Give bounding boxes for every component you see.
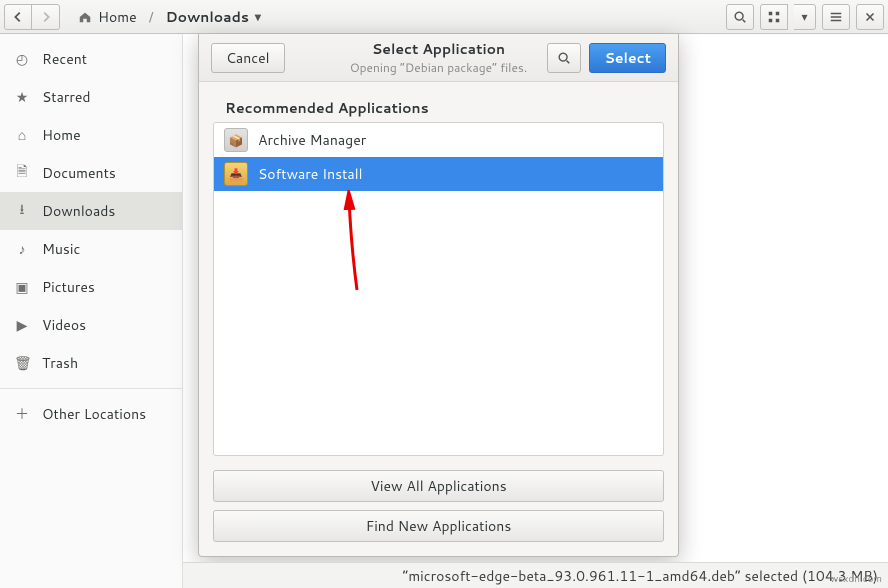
search-button[interactable] [726,4,754,30]
document-icon: 🗎 [14,161,30,185]
sidebar-item-other-locations[interactable]: ＋ Other Locations [0,395,182,433]
home-icon [78,10,92,24]
view-all-applications-button[interactable]: View All Applications [213,470,664,502]
chevron-down-icon: ▾ [255,8,261,25]
home-icon: ⌂ [14,125,30,145]
dialog-body: Recommended Applications 📦 Archive Manag… [199,82,678,470]
clock-icon: ◴ [14,49,30,69]
sidebar-item-home[interactable]: ⌂ Home [0,116,182,154]
app-row-software-install[interactable]: 📥 Software Install [214,157,663,191]
sidebar: ◴ Recent ★ Starred ⌂ Home 🗎 Documents ⭳ Downl… [0,34,183,588]
toolbar: Home / Downloads ▾ ▾ [0,0,888,34]
sidebar-item-videos[interactable]: ▶ Videos [0,306,182,344]
chevron-right-icon [39,10,53,24]
sidebar-item-label: Recent [42,49,87,69]
sidebar-item-starred[interactable]: ★ Starred [0,78,182,116]
cancel-button[interactable]: Cancel [211,43,285,73]
sidebar-item-label: Pictures [42,277,95,297]
application-list: 📦 Archive Manager 📥 Software Install [213,122,664,456]
picture-icon: ▣ [14,277,30,297]
grid-icon [767,10,781,24]
recommended-label: Recommended Applications [225,98,664,118]
archive-manager-icon: 📦 [224,128,248,152]
app-row-label: Archive Manager [258,130,366,150]
sidebar-item-documents[interactable]: 🗎 Documents [0,154,182,192]
watermark: wsxdn.com [830,572,882,586]
sidebar-item-label: Videos [42,315,86,335]
close-window-button[interactable] [856,4,884,30]
breadcrumb-separator: / [147,7,156,27]
sidebar-item-trash[interactable]: 🗑 Trash [0,344,182,382]
breadcrumb-current[interactable]: Downloads ▾ [156,4,271,30]
select-button[interactable]: Select [589,43,666,73]
app-row-archive-manager[interactable]: 📦 Archive Manager [214,123,663,157]
toolbar-right: ▾ [726,4,884,30]
music-icon: ♪ [14,239,30,259]
sidebar-item-recent[interactable]: ◴ Recent [0,40,182,78]
plus-icon: ＋ [14,404,30,424]
select-application-dialog: Cancel Select Application Opening “Debia… [198,34,679,557]
breadcrumb-home-label: Home [98,7,137,27]
breadcrumb-current-label: Downloads [166,7,249,27]
search-icon [733,10,747,24]
view-mode-dropdown[interactable]: ▾ [794,4,816,30]
sidebar-item-label: Other Locations [42,404,146,424]
find-new-applications-button[interactable]: Find New Applications [213,510,664,542]
chevron-left-icon [11,10,25,24]
sidebar-separator [0,388,182,389]
trash-icon: 🗑 [14,353,30,373]
sidebar-item-pictures[interactable]: ▣ Pictures [0,268,182,306]
chevron-down-icon: ▾ [801,8,807,25]
menu-icon [829,10,843,24]
sidebar-item-label: Music [42,239,80,259]
search-icon [557,51,571,65]
dialog-actions: View All Applications Find New Applicati… [199,470,678,556]
star-icon: ★ [14,87,30,107]
software-install-icon: 📥 [224,162,248,186]
sidebar-item-label: Trash [42,353,78,373]
status-text: “microsoft-edge-beta_93.0.961.11-1_amd64… [403,566,878,586]
sidebar-item-label: Downloads [42,201,115,221]
breadcrumb-home[interactable]: Home [68,4,147,30]
close-icon [863,10,877,24]
app-row-label: Software Install [258,164,362,184]
download-icon: ⭳ [14,199,30,223]
video-icon: ▶ [14,315,30,335]
sidebar-item-label: Starred [42,87,91,107]
dialog-header: Cancel Select Application Opening “Debia… [199,34,678,82]
sidebar-item-music[interactable]: ♪ Music [0,230,182,268]
sidebar-item-label: Home [42,125,81,145]
sidebar-item-label: Documents [42,163,116,183]
view-mode-button[interactable] [760,4,788,30]
dialog-search-button[interactable] [547,43,581,73]
nav-forward-button[interactable] [32,4,60,30]
sidebar-item-downloads[interactable]: ⭳ Downloads [0,192,182,230]
hamburger-menu-button[interactable] [822,4,850,30]
status-bar: “microsoft-edge-beta_93.0.961.11-1_amd64… [183,562,888,588]
breadcrumb: Home / Downloads ▾ [68,4,726,30]
nav-back-button[interactable] [4,4,32,30]
